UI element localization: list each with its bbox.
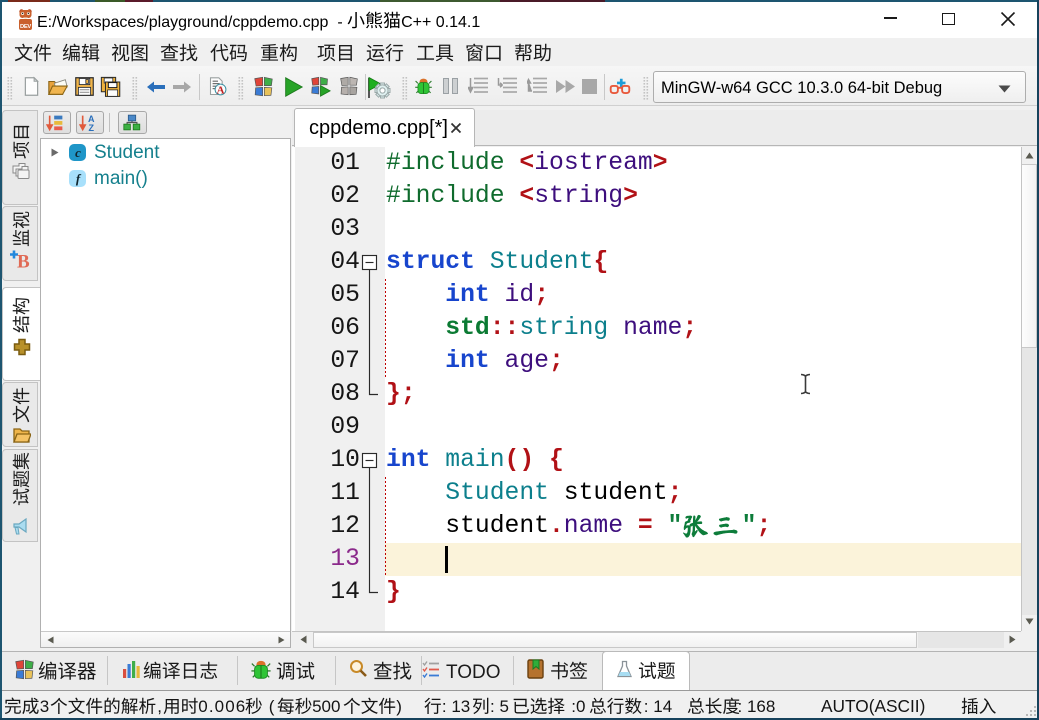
svg-text:A: A (216, 84, 224, 96)
svg-text:B: B (17, 252, 30, 269)
svg-text:DEV: DEV (20, 24, 31, 30)
svg-text:c: c (75, 145, 81, 160)
svg-text:Z: Z (89, 123, 95, 132)
